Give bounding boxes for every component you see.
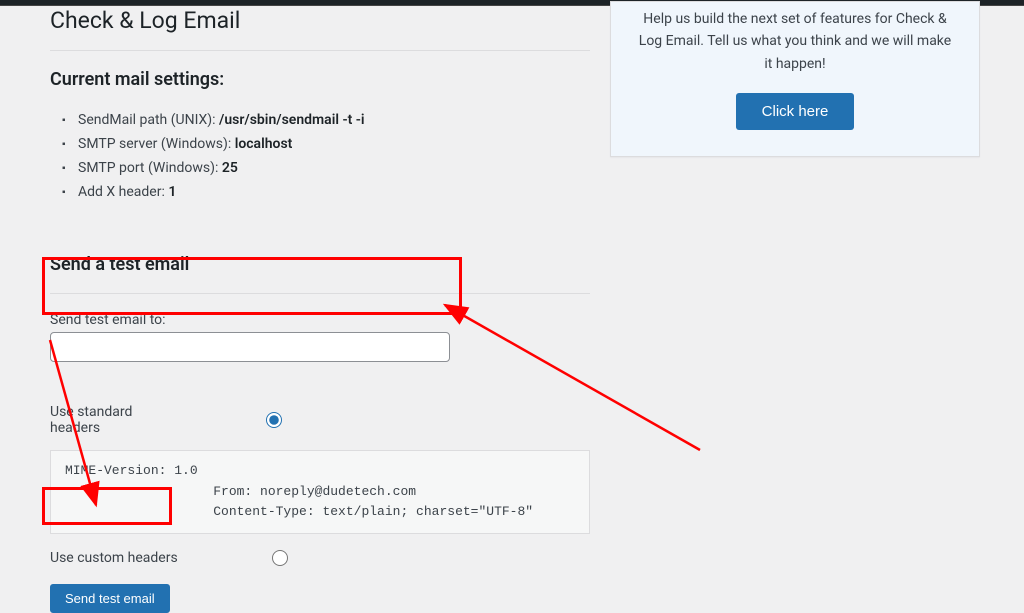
custom-headers-label: Use custom headers [50, 550, 180, 566]
standard-headers-row: Use standard headers [50, 404, 590, 436]
list-item: SMTP server (Windows): localhost [78, 132, 590, 156]
standard-headers-radio[interactable] [266, 412, 282, 428]
send-test-button[interactable]: Send test email [50, 584, 170, 613]
setting-label: SMTP server (Windows): [78, 136, 235, 152]
email-to-group: Send test email to: [50, 312, 590, 362]
custom-headers-radio[interactable] [272, 550, 288, 566]
test-heading: Send a test email [50, 254, 590, 275]
settings-heading: Current mail settings: [50, 69, 590, 90]
setting-label: Add X header: [78, 184, 168, 200]
setting-label: SendMail path (UNIX): [78, 112, 219, 128]
divider [50, 293, 590, 294]
list-item: SMTP port (Windows): 25 [78, 156, 590, 180]
sidebar: Help us build the next set of features f… [610, 1, 980, 613]
divider [50, 50, 590, 51]
custom-headers-row: Use custom headers [50, 550, 590, 566]
feedback-card: Help us build the next set of features f… [610, 1, 980, 157]
list-item: Add X header: 1 [78, 180, 590, 204]
headers-preview: MIME-Version: 1.0 From: noreply@dudetech… [50, 450, 590, 534]
email-to-input[interactable] [50, 332, 450, 362]
list-item: SendMail path (UNIX): /usr/sbin/sendmail… [78, 108, 590, 132]
setting-label: SMTP port (Windows): [78, 160, 222, 176]
feedback-text: Help us build the next set of features f… [635, 2, 955, 75]
setting-value: 25 [222, 160, 238, 176]
feedback-button[interactable]: Click here [736, 93, 855, 130]
setting-value: 1 [168, 184, 176, 200]
settings-list: SendMail path (UNIX): /usr/sbin/sendmail… [50, 108, 590, 204]
standard-headers-label: Use standard headers [50, 404, 180, 436]
main-content: Check & Log Email Current mail settings:… [30, 6, 590, 613]
setting-value: localhost [235, 136, 293, 152]
page-title: Check & Log Email [50, 6, 590, 40]
setting-value: /usr/sbin/sendmail -t -i [219, 112, 365, 128]
email-to-label: Send test email to: [50, 312, 590, 328]
